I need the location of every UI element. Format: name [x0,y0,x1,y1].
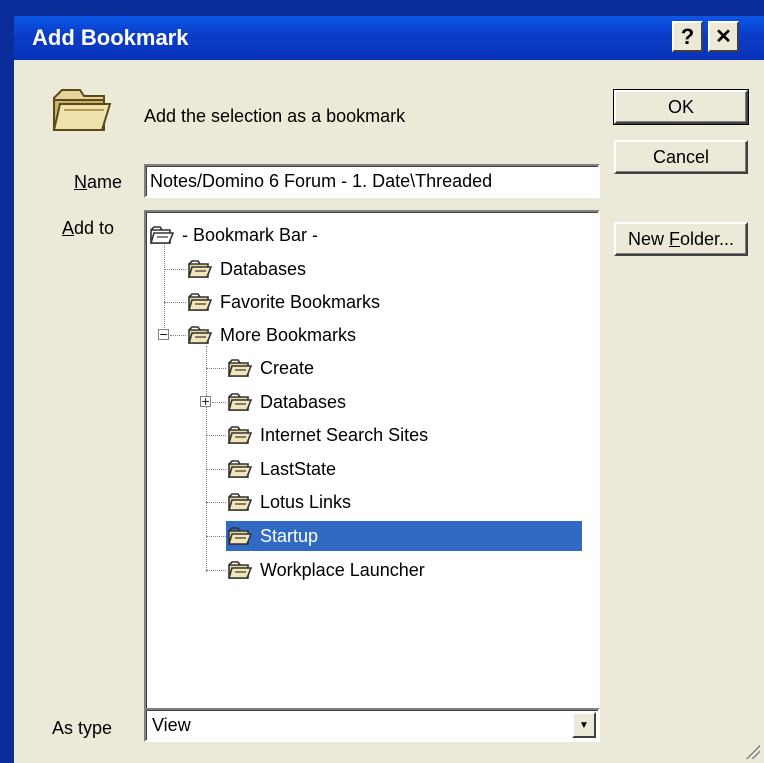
tree-node-label: LastState [260,458,337,479]
tree-connector [206,368,226,369]
folder-icon [227,359,252,377]
tree-node-workplace-launcher[interactable]: Workplace Launcher [226,555,429,585]
folder-icon [227,460,252,478]
tree-node-label: More Bookmarks [220,324,357,345]
name-input[interactable]: Notes/Domino 6 Forum - 1. Date\Threaded [144,164,600,198]
as-type-select[interactable]: View ▼ [144,708,600,742]
new-folder-label-accel: F [668,228,680,249]
tree-node-more-bookmarks[interactable]: More Bookmarks [186,320,360,350]
folder-icon [187,293,212,311]
tree-node-label: Databases [260,391,347,412]
tree-node-label: Internet Search Sites [260,424,429,445]
help-button[interactable]: ? [672,21,703,52]
tree-node-internet-search-sites[interactable]: Internet Search Sites [226,420,432,450]
tree-node-label: Create [260,357,315,378]
bookmark-folder-tree[interactable]: − + - Bookmark Bar - Databases Favorite … [144,210,600,740]
folder-icon [227,527,252,545]
tree-node-label: Databases [220,258,307,279]
name-input-value: Notes/Domino 6 Forum - 1. Date\Threaded [150,171,493,191]
add-bookmark-window: Add Bookmark ? ✕ Add the selection as a … [0,0,764,763]
name-label-accel: N [74,172,87,192]
folder-icon [227,561,252,579]
tree-node-databases[interactable]: Databases [186,254,310,284]
tree-node-favorite-bookmarks[interactable]: Favorite Bookmarks [186,287,384,317]
tree-connector [206,570,226,571]
tree-node-laststate[interactable]: LastState [226,454,340,484]
resize-grip-icon[interactable] [744,743,760,759]
window-title: Add Bookmark [32,25,189,50]
name-label-rest: ame [87,172,123,192]
tree-node-label: Workplace Launcher [260,559,425,580]
tree-node-bookmark-bar[interactable]: - Bookmark Bar - [148,220,322,250]
tree-node-startup-selected[interactable]: Startup [226,521,582,551]
tree-node-label: - Bookmark Bar - [182,224,319,245]
as-type-label: As type [52,718,113,738]
title-bar[interactable]: Add Bookmark ? ✕ [14,16,764,60]
tree-node-databases-sub[interactable]: Databases [226,387,350,417]
folder-icon [227,393,252,411]
add-to-label: Add to [62,218,114,239]
folder-outline-icon [149,226,174,244]
expand-databases-toggle[interactable]: + [200,396,211,407]
tree-connector [206,502,226,503]
cancel-button[interactable]: Cancel [614,140,748,174]
tree-node-create[interactable]: Create [226,353,318,383]
tree-connector [164,242,165,334]
tree-connector [206,536,226,537]
tree-connector [206,435,226,436]
folder-icon [187,260,212,278]
add-to-label-accel: A [62,218,75,238]
tree-node-label: Startup [256,523,323,549]
description-text: Add the selection as a bookmark [144,106,406,126]
tree-node-label: Favorite Bookmarks [220,291,381,312]
folder-icon [227,426,252,444]
add-to-label-rest: dd to [74,218,115,238]
new-folder-button[interactable]: New Folder... [614,222,748,256]
tree-connector [170,335,186,336]
tree-connector [212,402,226,403]
window-border [0,0,14,763]
tree-node-lotus-links[interactable]: Lotus Links [226,487,355,517]
as-type-value: View [152,715,191,735]
tree-connector [206,469,226,470]
tree-node-label: Lotus Links [260,491,352,512]
tree-connector [164,302,186,303]
chevron-down-icon[interactable]: ▼ [572,712,596,738]
tree-connector [164,269,186,270]
new-folder-label-suffix: older... [679,228,735,249]
tree-connector [206,346,207,572]
folder-icon [227,493,252,511]
new-folder-label-prefix: New [627,228,669,249]
close-button[interactable]: ✕ [708,21,739,52]
ok-button[interactable]: OK [613,89,749,125]
collapse-more-bookmarks-toggle[interactable]: − [158,329,169,340]
folder-icon [52,89,112,131]
folder-icon [187,326,212,344]
name-label: Name [74,172,122,193]
